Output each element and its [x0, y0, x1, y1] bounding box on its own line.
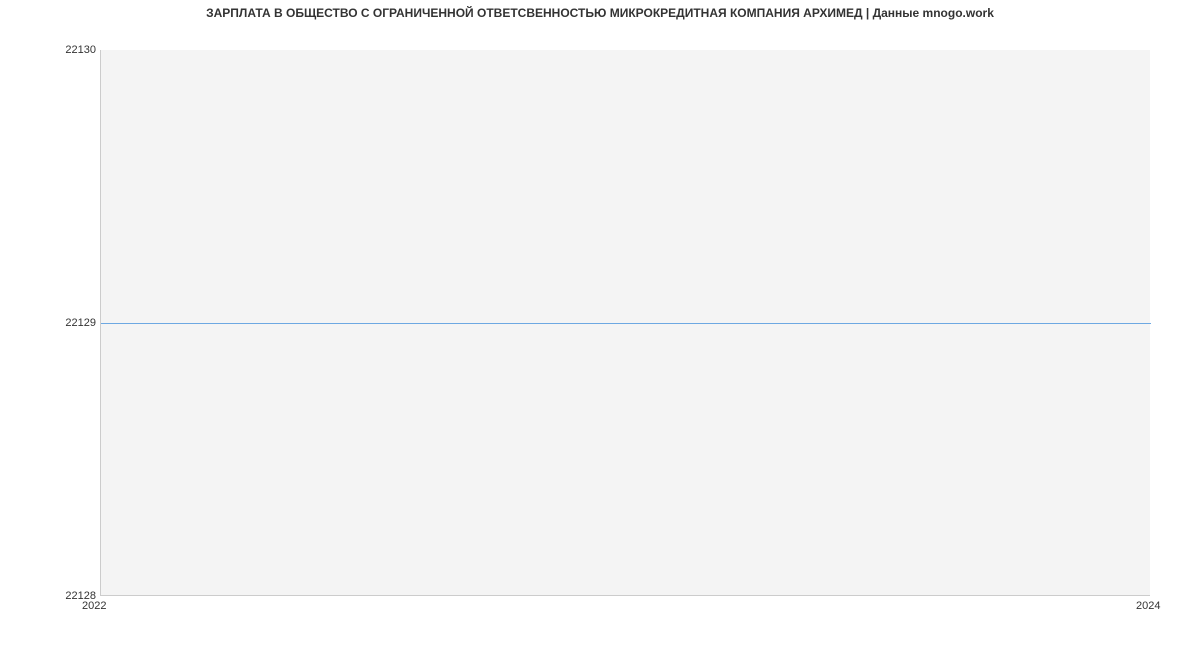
plot-area: [100, 50, 1150, 596]
y-tick-label: 22129: [36, 317, 96, 329]
x-tick-label: 2022: [82, 600, 106, 612]
chart-title: ЗАРПЛАТА В ОБЩЕСТВО С ОГРАНИЧЕННОЙ ОТВЕТ…: [0, 6, 1200, 20]
x-tick-label: 2024: [1136, 600, 1160, 612]
chart-container: ЗАРПЛАТА В ОБЩЕСТВО С ОГРАНИЧЕННОЙ ОТВЕТ…: [0, 0, 1200, 650]
data-line: [101, 323, 1151, 324]
y-tick-label: 22130: [36, 44, 96, 56]
